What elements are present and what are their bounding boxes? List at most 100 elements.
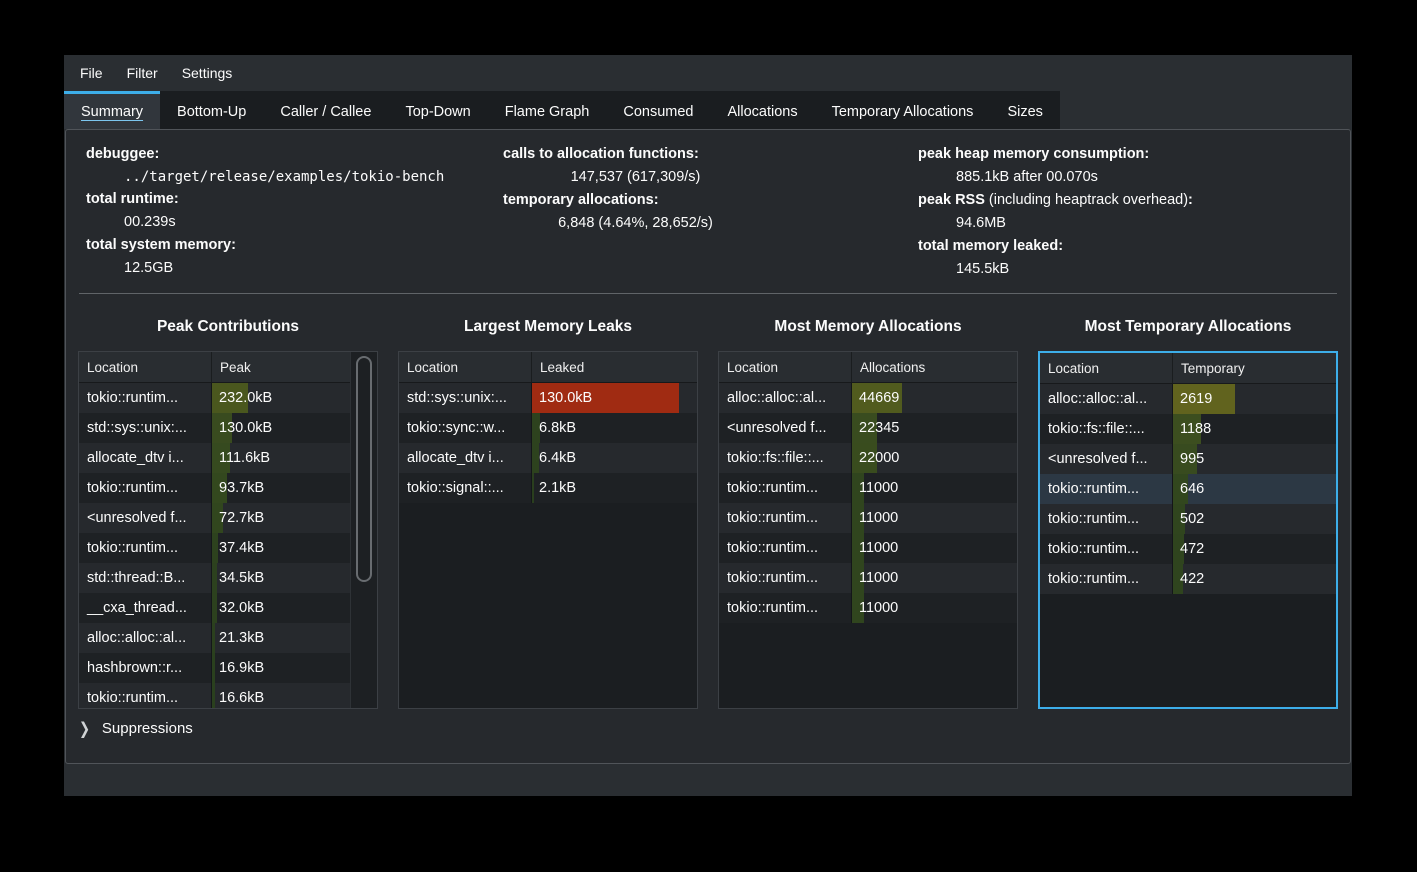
tab-temporary-allocations[interactable]: Temporary Allocations bbox=[815, 91, 991, 129]
column-header-location[interactable]: Location bbox=[399, 360, 531, 375]
vertical-scrollbar[interactable] bbox=[350, 352, 377, 709]
table-row[interactable]: tokio::runtim... 232.0kB bbox=[79, 383, 351, 414]
location-cell: tokio::runtim... bbox=[1048, 541, 1140, 558]
value-cell: 11000 bbox=[851, 533, 1017, 564]
summary-column-1: debuggee: ../target/release/examples/toki… bbox=[86, 143, 503, 280]
summary-entry: debuggee: ../target/release/examples/toki… bbox=[86, 143, 503, 188]
column-header-value[interactable]: Leaked bbox=[531, 352, 697, 383]
location-cell: tokio::signal::... bbox=[407, 480, 504, 497]
tab-top-down[interactable]: Top-Down bbox=[388, 91, 487, 129]
tab-caller-callee[interactable]: Caller / Callee bbox=[263, 91, 388, 129]
tab-sizes[interactable]: Sizes bbox=[990, 91, 1059, 129]
suppressions-toggle[interactable]: ❯ Suppressions bbox=[79, 718, 1337, 738]
value-text: 6.4kB bbox=[539, 450, 577, 467]
value-cell: 22000 bbox=[851, 443, 1017, 474]
table-row[interactable]: tokio::signal::... 2.1kB bbox=[399, 473, 697, 504]
table-row[interactable]: tokio::runtim... 93.7kB bbox=[79, 473, 351, 504]
value-text: 995 bbox=[1180, 451, 1205, 468]
tab-label: Allocations bbox=[727, 103, 798, 120]
tab-label: Sizes bbox=[1007, 103, 1043, 120]
tab-bottom-up[interactable]: Bottom-Up bbox=[160, 91, 263, 129]
table-row[interactable]: tokio::runtim... 11000 bbox=[719, 473, 1017, 504]
column-header-location[interactable]: Location bbox=[79, 360, 211, 375]
value-text: 16.6kB bbox=[219, 690, 265, 707]
tab-label: Flame Graph bbox=[504, 103, 590, 120]
column-header-location[interactable]: Location bbox=[719, 360, 851, 375]
menu-item-filter[interactable]: Filter bbox=[115, 55, 170, 91]
table-row[interactable]: tokio::runtim... 11000 bbox=[719, 503, 1017, 534]
value-cell: 32.0kB bbox=[211, 593, 351, 624]
value-text: 646 bbox=[1180, 481, 1205, 498]
location-cell: alloc::alloc::al... bbox=[87, 630, 187, 647]
value-cell: 472 bbox=[1172, 534, 1336, 565]
table-row[interactable]: tokio::sync::w... 6.8kB bbox=[399, 413, 697, 444]
panels-row: Peak Contributions Location Peak tokio::run… bbox=[66, 301, 1350, 710]
panel-title: Largest Memory Leaks bbox=[464, 318, 632, 336]
table-row[interactable]: alloc::alloc::al... 21.3kB bbox=[79, 623, 351, 654]
tab-bar: Summary Bottom-Up Caller / Callee Top-Down F… bbox=[64, 91, 1352, 129]
value-text: 111.6kB bbox=[219, 450, 271, 467]
tab-allocations[interactable]: Allocations bbox=[710, 91, 814, 129]
table-row[interactable]: tokio::runtim... 11000 bbox=[719, 533, 1017, 564]
heaptrack-window: File Filter Settings Summary Bottom-Up Calle… bbox=[64, 55, 1352, 796]
table-row[interactable]: std::thread::B... 34.5kB bbox=[79, 563, 351, 594]
table-row[interactable]: tokio::runtim... 11000 bbox=[719, 563, 1017, 594]
value-text: 11000 bbox=[859, 570, 899, 587]
value-cell: 11000 bbox=[851, 563, 1017, 594]
location-cell: tokio::runtim... bbox=[1048, 511, 1140, 528]
tab-flame-graph[interactable]: Flame Graph bbox=[488, 91, 607, 129]
value-text: 422 bbox=[1180, 571, 1205, 588]
tab-label: Temporary Allocations bbox=[831, 103, 974, 120]
table-row[interactable]: tokio::runtim... 646 bbox=[1040, 474, 1336, 505]
table-row[interactable]: tokio::runtim... 502 bbox=[1040, 504, 1336, 535]
tab-consumed[interactable]: Consumed bbox=[606, 91, 710, 129]
value-cell: 72.7kB bbox=[211, 503, 351, 534]
table-row[interactable]: std::sys::unix:... 130.0kB bbox=[79, 413, 351, 444]
tab-summary[interactable]: Summary bbox=[64, 91, 161, 129]
table-row[interactable]: hashbrown::r... 16.9kB bbox=[79, 653, 351, 684]
table-row[interactable]: alloc::alloc::al... 44669 bbox=[719, 383, 1017, 414]
table-row[interactable]: tokio::runtim... 422 bbox=[1040, 564, 1336, 595]
table-row[interactable]: allocate_dtv i... 111.6kB bbox=[79, 443, 351, 474]
chevron-right-icon: ❯ bbox=[79, 718, 90, 738]
value-text: 32.0kB bbox=[219, 600, 265, 617]
table-row[interactable]: <unresolved f... 995 bbox=[1040, 444, 1336, 475]
summary-page: debuggee: ../target/release/examples/toki… bbox=[65, 129, 1351, 764]
value-cell: 646 bbox=[1172, 474, 1336, 505]
value-cell: 37.4kB bbox=[211, 533, 351, 564]
menu-item-settings[interactable]: Settings bbox=[170, 55, 245, 91]
menu-item-file[interactable]: File bbox=[68, 55, 115, 91]
location-cell: tokio::runtim... bbox=[727, 510, 819, 527]
table-row[interactable]: tokio::runtim... 16.6kB bbox=[79, 683, 351, 709]
table-row[interactable]: tokio::runtim... 472 bbox=[1040, 534, 1336, 565]
column-header-value[interactable]: Allocations bbox=[851, 352, 1017, 383]
column-header-value[interactable]: Temporary bbox=[1172, 353, 1336, 384]
table-row[interactable]: tokio::runtim... 11000 bbox=[719, 593, 1017, 624]
value-cell: 21.3kB bbox=[211, 623, 351, 654]
table-row[interactable]: tokio::runtim... 37.4kB bbox=[79, 533, 351, 564]
table-row[interactable]: tokio::fs::file::... 1188 bbox=[1040, 414, 1336, 445]
table-row[interactable]: <unresolved f... 72.7kB bbox=[79, 503, 351, 534]
value-text: 232.0kB bbox=[219, 390, 273, 407]
value-cell: 11000 bbox=[851, 593, 1017, 624]
value-cell: 2619 bbox=[1172, 384, 1336, 415]
table-row[interactable]: allocate_dtv i... 6.4kB bbox=[399, 443, 697, 474]
value-text: 34.5kB bbox=[219, 570, 265, 587]
column-header-value[interactable]: Peak bbox=[211, 352, 351, 383]
tab-label: Bottom-Up bbox=[177, 103, 247, 120]
scrollbar-thumb[interactable] bbox=[356, 356, 372, 583]
summary-entry-label: peak heap memory consumption: bbox=[918, 146, 1150, 162]
location-cell: <unresolved f... bbox=[727, 420, 827, 437]
table-row[interactable]: <unresolved f... 22345 bbox=[719, 413, 1017, 444]
value-cell: 11000 bbox=[851, 503, 1017, 534]
table-row[interactable]: __cxa_thread... 32.0kB bbox=[79, 593, 351, 624]
table-row[interactable]: std::sys::unix:... 130.0kB bbox=[399, 383, 697, 414]
column-header-location[interactable]: Location bbox=[1040, 361, 1172, 376]
panel-title: Most Memory Allocations bbox=[774, 318, 962, 336]
value-text: 93.7kB bbox=[219, 480, 265, 497]
location-cell: tokio::runtim... bbox=[727, 480, 819, 497]
summary-entry-label: peak RSS (including heaptrack overhead): bbox=[918, 191, 1193, 208]
summary-entry-value: 6,848 (4.64%, 28,652/s) bbox=[558, 214, 713, 231]
table-row[interactable]: tokio::fs::file::... 22000 bbox=[719, 443, 1017, 474]
table-row[interactable]: alloc::alloc::al... 2619 bbox=[1040, 384, 1336, 415]
